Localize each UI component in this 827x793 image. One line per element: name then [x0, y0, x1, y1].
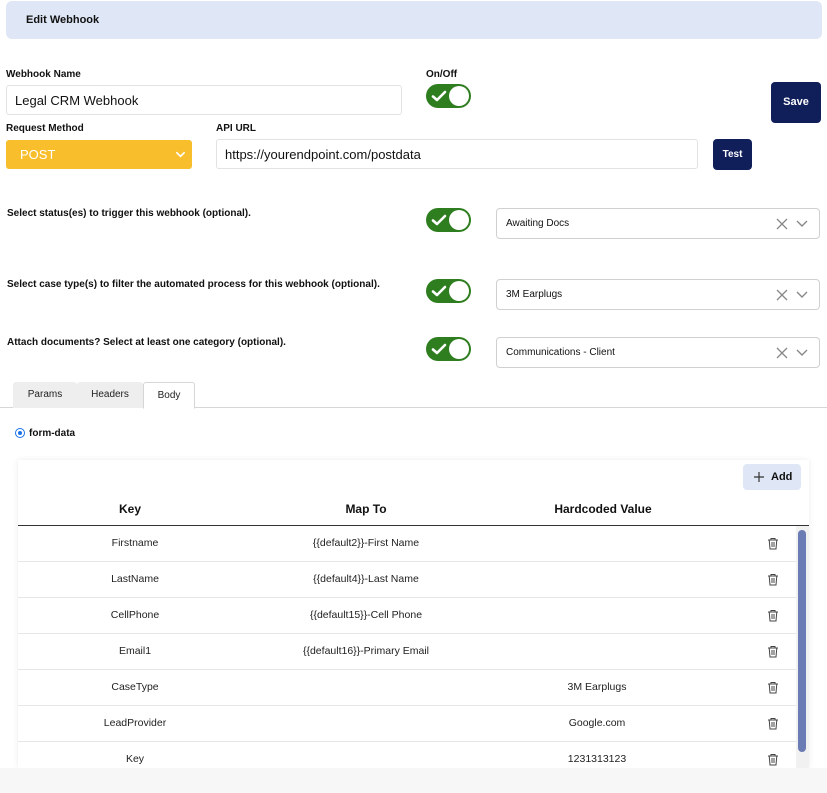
test-button[interactable]: Test	[713, 139, 752, 170]
chevron-down-icon[interactable]	[796, 219, 808, 229]
api-url-label: API URL	[216, 123, 256, 134]
api-url-input[interactable]	[216, 139, 698, 169]
trash-icon[interactable]	[767, 681, 779, 694]
column-header-hardcoded: Hardcoded Value	[554, 502, 652, 516]
form-data-radio[interactable]	[15, 428, 25, 438]
toggle-knob	[449, 86, 469, 106]
check-icon	[431, 90, 447, 102]
check-icon	[431, 214, 447, 226]
tab-body[interactable]: Body	[143, 382, 195, 409]
trash-icon[interactable]	[767, 609, 779, 622]
case-type-question: Select case type(s) to filter the automa…	[7, 279, 380, 290]
column-header-key: Key	[118, 502, 141, 516]
webhook-name-label: Webhook Name	[6, 69, 81, 80]
request-method-value: POST	[20, 147, 56, 162]
row-key: Email1	[118, 645, 152, 657]
attach-docs-toggle[interactable]	[426, 337, 471, 361]
enabled-toggle[interactable]	[426, 84, 471, 108]
row-key: Firstname	[111, 537, 159, 549]
attach-docs-question: Attach documents? Select at least one ca…	[7, 337, 286, 348]
close-icon[interactable]	[776, 347, 788, 359]
status-trigger-toggle[interactable]	[426, 208, 471, 232]
add-row-button[interactable]: Add	[743, 464, 801, 490]
row-key: Key	[125, 753, 145, 765]
row-key: LeadProvider	[103, 717, 167, 729]
request-method-select[interactable]: POST	[6, 140, 192, 169]
chevron-down-icon	[176, 151, 185, 158]
toggle-knob	[449, 339, 469, 359]
plus-icon	[754, 472, 764, 482]
tab-params[interactable]: Params	[13, 382, 77, 408]
chevron-down-icon[interactable]	[796, 290, 808, 300]
row-hardcoded: 1231313123	[567, 753, 627, 765]
row-map-to: {{default4}}-Last Name	[313, 573, 419, 585]
add-row-label: Add	[771, 471, 793, 483]
check-icon	[431, 343, 447, 355]
toggle-knob	[449, 210, 469, 230]
trash-icon[interactable]	[767, 573, 779, 586]
page-header: Edit Webhook	[6, 1, 822, 39]
webhook-name-input[interactable]	[6, 85, 402, 115]
close-icon[interactable]	[776, 218, 788, 230]
row-map-to: {{default15}}-Cell Phone	[309, 609, 423, 621]
row-hardcoded: 3M Earplugs	[567, 681, 627, 693]
chevron-down-icon[interactable]	[796, 348, 808, 358]
tab-headers[interactable]: Headers	[77, 382, 143, 408]
row-key: CellPhone	[110, 609, 160, 621]
page-title: Edit Webhook	[26, 14, 100, 26]
onoff-label: On/Off	[426, 69, 458, 80]
status-trigger-question: Select status(es) to trigger this webhoo…	[7, 208, 251, 219]
status-select-value: Awaiting Docs	[506, 218, 570, 229]
trash-icon[interactable]	[767, 537, 779, 550]
mapping-rows: Firstname {{default2}}-First Name LastName…	[18, 526, 796, 778]
request-method-label: Request Method	[6, 123, 84, 134]
doc-category-select-value: Communications - Client	[506, 347, 615, 358]
table-row: CaseType 3M Earplugs	[18, 670, 796, 706]
case-type-select-value: 3M Earplugs	[506, 289, 563, 300]
check-icon	[431, 285, 447, 297]
case-type-select[interactable]: 3M Earplugs	[496, 279, 820, 310]
toggle-knob	[449, 281, 469, 301]
row-hardcoded: Google.com	[568, 717, 626, 729]
close-icon[interactable]	[776, 289, 788, 301]
scrollbar-thumb[interactable]	[798, 530, 806, 752]
trash-icon[interactable]	[767, 645, 779, 658]
row-map-to: {{default2}}-First Name	[312, 537, 420, 549]
doc-category-select[interactable]: Communications - Client	[496, 337, 820, 368]
mapping-table-panel: Add Key Map To Hardcoded Value Firstname…	[18, 460, 809, 778]
trash-icon[interactable]	[767, 717, 779, 730]
case-type-toggle[interactable]	[426, 279, 471, 303]
table-row: LeadProvider Google.com	[18, 706, 796, 742]
status-select[interactable]: Awaiting Docs	[496, 208, 820, 239]
table-row: Email1 {{default16}}-Primary Email	[18, 634, 796, 670]
table-row: CellPhone {{default15}}-Cell Phone	[18, 598, 796, 634]
table-row: LastName {{default4}}-Last Name	[18, 562, 796, 598]
row-key: LastName	[111, 573, 159, 585]
row-map-to: {{default16}}-Primary Email	[302, 645, 430, 657]
trash-icon[interactable]	[767, 753, 779, 766]
footer-strip	[0, 768, 827, 793]
row-key: CaseType	[111, 681, 159, 693]
column-header-map-to: Map To	[345, 502, 387, 516]
save-button[interactable]: Save	[771, 82, 821, 123]
form-data-radio-label: form-data	[29, 428, 76, 439]
table-row: Firstname {{default2}}-First Name	[18, 526, 796, 562]
